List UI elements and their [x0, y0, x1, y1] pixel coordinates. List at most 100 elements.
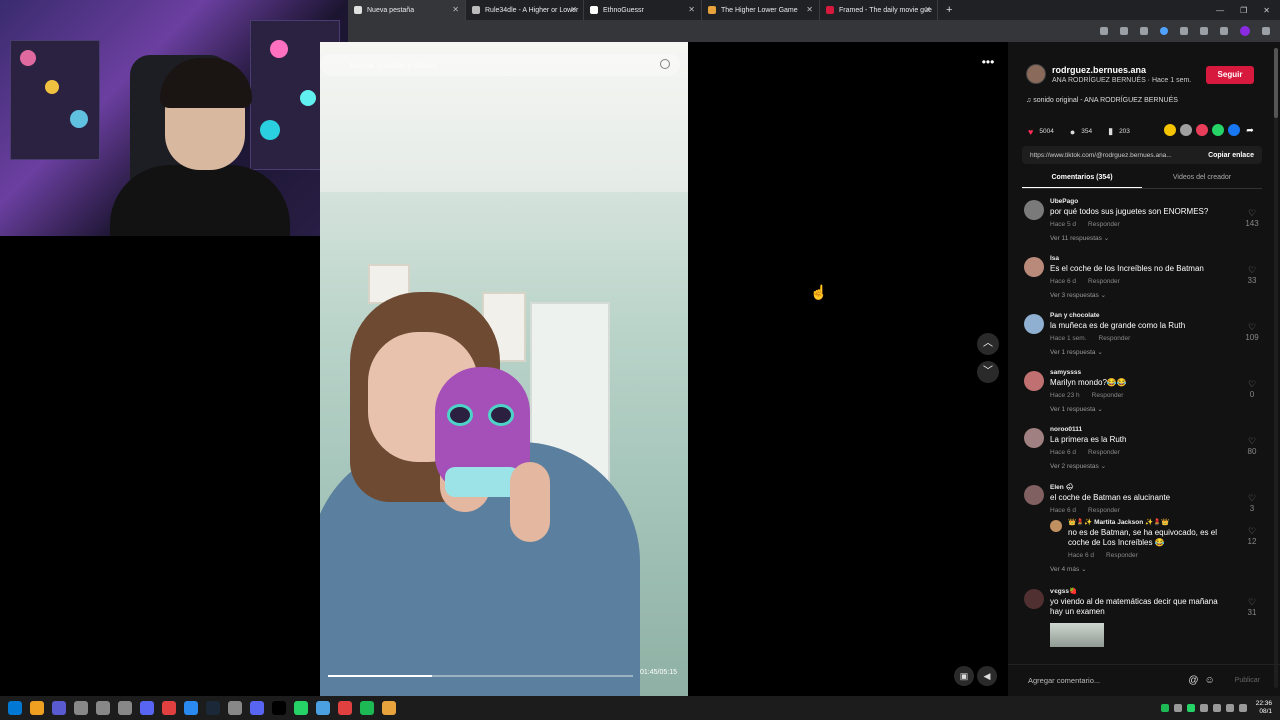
video-link[interactable]: https://www.tiktok.com/@rodrguez.bernues… [1030, 152, 1172, 159]
comment-like[interactable]: ♡ 0 [1242, 379, 1262, 399]
reply-button[interactable]: Responder [1088, 449, 1120, 456]
commenter-avatar[interactable] [1024, 428, 1044, 448]
commenter-avatar[interactable] [1024, 589, 1044, 609]
taskbar-app-icon[interactable] [140, 701, 154, 715]
view-replies-button[interactable]: Ver 1 respuesta ⌄ [1050, 405, 1262, 413]
menu-icon[interactable] [1262, 27, 1270, 35]
search-icon[interactable] [30, 701, 44, 715]
tray-icon[interactable] [1212, 704, 1221, 712]
next-video-button[interactable]: ﹀ [977, 361, 999, 383]
share-send-icon[interactable] [1180, 124, 1192, 136]
tab-ethnoguessr[interactable]: EthnoGuessr ✕ [584, 0, 702, 20]
puzzle-icon[interactable] [1180, 27, 1188, 35]
reply-user[interactable]: 👑💄✨ Martita Jackson ✨💄👑 [1068, 518, 1262, 526]
taskbar-app-icon[interactable] [52, 701, 66, 715]
extension-icon[interactable] [1160, 27, 1168, 35]
commenter-avatar[interactable] [1024, 200, 1044, 220]
tab-rule34dle[interactable]: Rule34dle - A Higher or Lower ✕ [466, 0, 584, 20]
install-icon[interactable] [1100, 27, 1108, 35]
window-close-icon[interactable]: ✕ [1263, 6, 1270, 15]
more-options-button[interactable]: ••• [976, 55, 1000, 73]
publish-button[interactable]: Publicar [1235, 677, 1260, 684]
taskbar-app-icon[interactable] [162, 701, 176, 715]
scrollbar[interactable] [1274, 48, 1278, 688]
replier-avatar[interactable] [1050, 520, 1062, 532]
tab-framed[interactable]: Framed - The daily movie gue ✕ [820, 0, 938, 20]
download-icon[interactable] [1220, 27, 1228, 35]
comment-like[interactable]: ♡ 80 [1242, 436, 1262, 456]
commenter-avatar[interactable] [1024, 485, 1044, 505]
heart-outline-icon[interactable]: ♡ [1242, 597, 1262, 608]
bookmarks-icon[interactable] [1200, 27, 1208, 35]
heart-outline-icon[interactable]: ♡ [1242, 322, 1262, 333]
heart-outline-icon[interactable]: ♡ [1242, 265, 1262, 276]
close-icon[interactable]: ✕ [924, 5, 931, 14]
taskbar-app-icon[interactable] [184, 701, 198, 715]
author-avatar[interactable] [1026, 64, 1046, 84]
view-replies-button[interactable]: Ver 2 respuestas ⌄ [1050, 462, 1262, 470]
reply-button[interactable]: Responder [1088, 221, 1120, 228]
extension-icon[interactable] [1140, 27, 1148, 35]
windows-start-icon[interactable] [8, 701, 22, 715]
reply-button[interactable]: Responder [1088, 278, 1120, 285]
commenter-avatar[interactable] [1024, 371, 1044, 391]
search-icon[interactable] [660, 59, 670, 69]
minimize-icon[interactable]: — [1216, 6, 1224, 15]
mention-icon[interactable]: @ [1188, 675, 1198, 686]
close-icon[interactable]: ✕ [452, 5, 459, 14]
comment-like[interactable]: ♡ 143 [1242, 208, 1262, 228]
comment-like[interactable]: ♡ 109 [1242, 322, 1262, 342]
comment-user[interactable]: Isa [1050, 255, 1262, 262]
reply-button[interactable]: Responder [1088, 507, 1120, 514]
save-stat[interactable]: ▮ 203 [1108, 126, 1130, 137]
reply-button[interactable]: Responder [1092, 392, 1124, 399]
tab-higher-lower[interactable]: The Higher Lower Game ✕ [702, 0, 820, 20]
video-player[interactable]: Buscar cuentas y videos 01:45/05:15 [320, 42, 688, 696]
commenter-avatar[interactable] [1024, 257, 1044, 277]
new-tab-button[interactable]: + [938, 4, 960, 16]
author-handle[interactable]: rodrguez.bernues.ana [1052, 65, 1191, 75]
author-info[interactable]: rodrguez.bernues.ana ANA RODRÍGUEZ BERNU… [1026, 64, 1191, 84]
taskbar-app-icon[interactable] [74, 701, 88, 715]
taskbar-app-icon[interactable] [382, 701, 396, 715]
comment-stat[interactable]: ● 354 [1070, 127, 1092, 137]
bookmark-star-icon[interactable] [1120, 27, 1128, 35]
reply-like[interactable]: ♡ 12 [1242, 526, 1262, 546]
like-stat[interactable]: ♥ 5004 [1028, 127, 1054, 137]
view-replies-button[interactable]: Ver 11 respuestas ⌄ [1050, 234, 1262, 242]
heart-outline-icon[interactable]: ♡ [1242, 379, 1262, 390]
tray-icon[interactable] [1199, 704, 1208, 712]
share-arrow-icon[interactable]: ➦ [1244, 124, 1256, 136]
share-embed-icon[interactable] [1164, 124, 1176, 136]
emoji-icon[interactable]: ☺ [1204, 675, 1214, 686]
heart-outline-icon[interactable]: ♡ [1242, 493, 1262, 504]
wifi-icon[interactable] [1225, 704, 1234, 712]
taskbar-app-icon[interactable] [294, 701, 308, 715]
volume-icon[interactable]: ◀ [977, 666, 997, 686]
tray-icon[interactable] [1186, 704, 1195, 712]
share-facebook-icon[interactable] [1228, 124, 1240, 136]
comment-like[interactable]: ♡ 31 [1242, 597, 1262, 617]
heart-outline-icon[interactable]: ♡ [1242, 208, 1262, 219]
commenter-avatar[interactable] [1024, 314, 1044, 334]
comment-image-thumbnail[interactable] [1050, 623, 1104, 647]
comment-user[interactable]: Pan y chocolate [1050, 312, 1262, 319]
progress-bar[interactable] [328, 675, 633, 677]
share-whatsapp-icon[interactable] [1212, 124, 1224, 136]
follow-button[interactable]: Seguir [1206, 66, 1254, 84]
taskbar-app-icon[interactable] [118, 701, 132, 715]
comment-user[interactable]: ѵєgss🍓 [1050, 587, 1262, 595]
bookmark-icon[interactable]: ▮ [1108, 126, 1113, 137]
volume-tray-icon[interactable] [1238, 704, 1247, 712]
close-icon[interactable]: ✕ [806, 5, 813, 14]
tab-nueva-pestana[interactable]: Nueva pestaña ✕ [348, 0, 466, 20]
comment-user[interactable]: samyssss [1050, 369, 1262, 376]
close-icon[interactable]: ✕ [570, 5, 577, 14]
maximize-icon[interactable]: ❐ [1240, 6, 1247, 15]
comment-user[interactable]: Elen 🌧 [1050, 483, 1262, 491]
close-icon[interactable]: ✕ [688, 5, 695, 14]
comment-input[interactable]: Agregar comentario... [1028, 676, 1100, 685]
reply-button[interactable]: Responder [1106, 552, 1138, 559]
search-input[interactable]: Buscar cuentas y videos [320, 54, 680, 76]
comment-like[interactable]: ♡ 33 [1242, 265, 1262, 285]
